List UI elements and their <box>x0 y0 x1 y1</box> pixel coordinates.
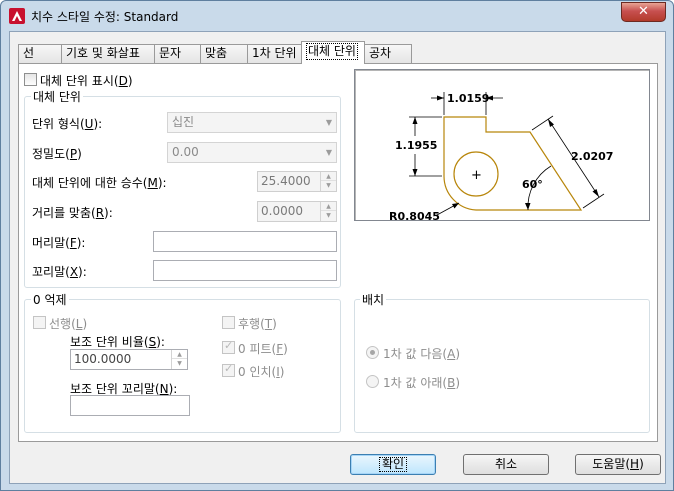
below-primary-radio[interactable] <box>366 375 379 388</box>
tab-primary-units[interactable]: 1차 단위 <box>247 44 303 63</box>
spin-down-icon[interactable]: ▼ <box>172 359 187 368</box>
autocad-app-icon <box>9 8 25 24</box>
zero-feet-label: 0 피트(F) <box>238 342 288 356</box>
placement-group <box>354 299 650 433</box>
precision-select[interactable]: 0.00 ▼ <box>167 142 337 163</box>
tab-alternate-units[interactable]: 대체 단위 <box>301 41 365 64</box>
angle-label: 60° <box>522 178 543 191</box>
cancel-button[interactable]: 취소 <box>463 454 549 475</box>
display-alt-units-checkbox[interactable] <box>24 73 37 86</box>
zero-inches-checkbox[interactable] <box>222 362 235 377</box>
window-title: 치수 스타일 수정: Standard <box>31 10 179 24</box>
alt-units-group-title: 대체 단위 <box>31 88 83 105</box>
dialog-window: 치수 스타일 수정: Standard ✕ 선 기호 및 화살표 문자 맞춤 1… <box>0 0 674 491</box>
precision-label: 정밀도(P) <box>32 147 82 161</box>
after-primary-label: 1차 값 다음(A) <box>383 347 461 361</box>
spin-down-icon[interactable]: ▼ <box>321 181 336 190</box>
display-alt-units-label: 대체 단위 표시(D) <box>40 74 133 88</box>
tab-symbols-arrows[interactable]: 기호 및 화살표 <box>61 44 155 63</box>
tab-lines[interactable]: 선 <box>18 44 62 63</box>
zero-feet-checkbox[interactable] <box>222 339 235 354</box>
preview-drawing: + 1.0159 1.1955 2.0207 60° R0.8045 <box>389 92 613 223</box>
suffix-label: 꼬리말(X): <box>32 265 87 279</box>
subunit-factor-label: 보조 단위 비율(S): <box>70 335 165 349</box>
spin-up-icon[interactable]: ▲ <box>172 350 187 359</box>
tab-fit[interactable]: 맞춤 <box>200 44 248 63</box>
spin-up-icon[interactable]: ▲ <box>321 202 336 211</box>
subunit-factor-spinner[interactable]: 100.0000 ▲ ▼ <box>70 349 188 370</box>
chevron-down-icon: ▼ <box>325 118 332 127</box>
close-button[interactable]: ✕ <box>621 2 666 22</box>
dim-right-label: 2.0207 <box>571 150 613 163</box>
subunit-suffix-input[interactable] <box>70 395 190 416</box>
trailing-zero-checkbox[interactable] <box>222 316 235 329</box>
tab-page-alternate-units: 대체 단위 표시(D) 대체 단위 단위 형식(U): 십진 ▼ 정밀도(P) … <box>18 63 658 442</box>
close-icon: ✕ <box>638 4 649 19</box>
trailing-zero-label: 후행(T) <box>238 317 277 331</box>
title-bar[interactable]: 치수 스타일 수정: Standard ✕ <box>1 1 673 31</box>
tab-text[interactable]: 문자 <box>154 44 201 63</box>
unit-format-label: 단위 형식(U): <box>32 117 103 131</box>
round-distance-label: 거리를 맞춤(R): <box>32 206 113 220</box>
ok-button[interactable]: 확인 <box>350 454 436 475</box>
spin-up-icon[interactable]: ▲ <box>321 172 336 181</box>
leading-zero-checkbox[interactable] <box>33 316 46 329</box>
unit-format-select[interactable]: 십진 ▼ <box>167 112 337 133</box>
after-primary-radio[interactable] <box>366 346 379 359</box>
prefix-input[interactable] <box>153 231 337 252</box>
radius-label: R0.8045 <box>389 210 440 220</box>
part-outline <box>443 116 583 211</box>
zero-inches-label: 0 인치(I) <box>238 365 285 379</box>
multiplier-label: 대체 단위에 대한 승수(M): <box>32 176 167 190</box>
chevron-down-icon: ▼ <box>325 148 332 157</box>
zero-suppression-group-title: 0 억제 <box>31 291 69 308</box>
below-primary-label: 1차 값 아래(B) <box>383 376 461 390</box>
round-distance-spinner[interactable]: 0.0000 ▲ ▼ <box>257 201 337 222</box>
dim-top-label: 1.0159 <box>447 92 489 105</box>
help-button[interactable]: 도움말(H) <box>575 454 661 475</box>
prefix-label: 머리말(F): <box>32 236 86 250</box>
tab-tolerances[interactable]: 공차 <box>364 44 412 63</box>
dimension-preview: + 1.0159 1.1955 2.0207 60° R0.8045 <box>354 69 650 223</box>
suffix-input[interactable] <box>153 260 337 281</box>
leading-zero-label: 선행(L) <box>49 317 88 331</box>
spin-down-icon[interactable]: ▼ <box>321 211 336 220</box>
dim-left-label: 1.1955 <box>395 139 437 152</box>
placement-group-title: 배치 <box>360 291 387 308</box>
center-mark: + <box>471 168 482 183</box>
multiplier-spinner[interactable]: 25.4000 ▲ ▼ <box>257 171 337 192</box>
dialog-client: 선 기호 및 화살표 문자 맞춤 1차 단위 대체 단위 공차 대체 단위 표시… <box>9 31 666 484</box>
